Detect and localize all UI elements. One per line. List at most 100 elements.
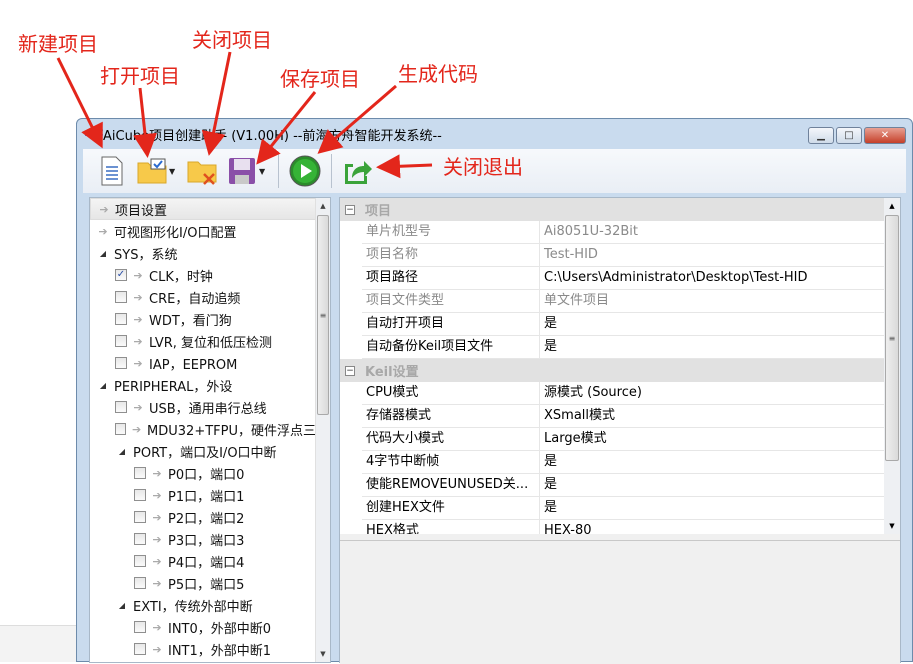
- property-value[interactable]: 是: [540, 497, 884, 519]
- property-value[interactable]: Test-HID: [540, 244, 884, 266]
- scroll-up-arrow[interactable]: ▲: [884, 198, 900, 214]
- tree-item[interactable]: ➔ P0口，端口0: [90, 462, 316, 484]
- checkbox[interactable]: [134, 577, 146, 589]
- checkbox[interactable]: [115, 313, 127, 325]
- tree-item[interactable]: ➔ MDU32+TFPU，硬件浮点三: [90, 418, 316, 440]
- checkbox[interactable]: [134, 489, 146, 501]
- arrow-right-icon: ➔: [152, 620, 162, 634]
- property-value[interactable]: C:\Users\Administrator\Desktop\Test-HID: [540, 267, 884, 289]
- checkbox[interactable]: [134, 533, 146, 545]
- property-row[interactable]: 4字节中断帧是: [362, 451, 884, 474]
- scroll-down-arrow[interactable]: ▼: [884, 518, 900, 534]
- property-row[interactable]: 自动备份Keil项目文件是: [362, 336, 884, 359]
- property-value[interactable]: 源模式 (Source): [540, 382, 884, 404]
- property-value[interactable]: 是: [540, 313, 884, 335]
- property-name: 4字节中断帧: [362, 451, 540, 473]
- tree-item[interactable]: ➔ P1口，端口1: [90, 484, 316, 506]
- checkbox[interactable]: [134, 467, 146, 479]
- checkbox[interactable]: [134, 555, 146, 567]
- expand-triangle-icon[interactable]: ◢: [96, 381, 110, 390]
- property-row[interactable]: 自动打开项目是: [362, 313, 884, 336]
- property-value[interactable]: 是: [540, 474, 884, 496]
- tree-item[interactable]: ➔ LVR, 复位和低压检测: [90, 330, 316, 352]
- property-row[interactable]: 项目路径 C:\Users\Administrator\Desktop\Test-…: [362, 267, 884, 290]
- property-scrollbar[interactable]: ▲ ≡ ▼: [884, 198, 900, 534]
- property-value[interactable]: Ai8051U-32Bit: [540, 221, 884, 243]
- tree-item[interactable]: ➔ P5口，端口5: [90, 572, 316, 594]
- tree-item[interactable]: ➔ 项目设置: [90, 198, 316, 220]
- checkbox[interactable]: [115, 423, 127, 435]
- expand-triangle-icon[interactable]: ◢: [96, 249, 110, 258]
- checkbox[interactable]: ✓: [115, 269, 127, 281]
- tree-item[interactable]: ✓ ➔ CLK，时钟: [90, 264, 316, 286]
- checkbox[interactable]: [115, 335, 127, 347]
- property-row[interactable]: 项目文件类型 单文件项目: [362, 290, 884, 313]
- scroll-up-arrow[interactable]: ▲: [316, 198, 330, 214]
- tree-item-label: INT1，外部中断1: [168, 643, 272, 659]
- close-window-button[interactable]: ✕: [864, 127, 906, 144]
- checkbox[interactable]: [134, 511, 146, 523]
- tree-item[interactable]: ➔ INT0，外部中断0: [90, 616, 316, 638]
- property-value[interactable]: 是: [540, 336, 884, 358]
- scroll-thumb[interactable]: ≡: [317, 215, 329, 415]
- new-project-button[interactable]: [95, 154, 129, 188]
- tree-item[interactable]: ➔ USB，通用串行总线: [90, 396, 316, 418]
- property-row[interactable]: 创建HEX文件是: [362, 497, 884, 520]
- tree-item[interactable]: ➔ INT1，外部中断1: [90, 638, 316, 660]
- tree-item[interactable]: ➔ P2口，端口2: [90, 506, 316, 528]
- property-value[interactable]: Large模式: [540, 428, 884, 450]
- title-bar[interactable]: AiC AiCube项目创建助手 (V1.00H) --前海方舟智能开发系统--…: [77, 119, 912, 149]
- property-value[interactable]: HEX-80: [540, 520, 884, 534]
- checkbox[interactable]: [115, 401, 127, 413]
- maximize-button[interactable]: □: [836, 127, 862, 144]
- scroll-down-arrow[interactable]: ▼: [316, 646, 330, 662]
- property-row[interactable]: 代码大小模式 Large模式: [362, 428, 884, 451]
- checkbox[interactable]: [134, 621, 146, 633]
- generate-code-button[interactable]: [288, 154, 322, 188]
- tree-item[interactable]: ◢ PERIPHERAL，外设: [90, 374, 316, 396]
- tree-item[interactable]: ➔ P4口，端口4: [90, 550, 316, 572]
- property-row[interactable]: 单片机型号 Ai8051U-32Bit: [362, 221, 884, 244]
- toolbar-separator: [278, 154, 279, 188]
- tree-item[interactable]: ◢ SYS，系统: [90, 242, 316, 264]
- checkbox[interactable]: [115, 291, 127, 303]
- tree-item[interactable]: ◢ EXTI，传统外部中断: [90, 594, 316, 616]
- tree-item[interactable]: ➔ WDT，看门狗: [90, 308, 316, 330]
- app-window: AiC AiCube项目创建助手 (V1.00H) --前海方舟智能开发系统--…: [76, 118, 913, 664]
- property-value[interactable]: XSmall模式: [540, 405, 884, 427]
- property-row[interactable]: 项目名称 Test-HID: [362, 244, 884, 267]
- scroll-thumb[interactable]: ≡: [885, 215, 899, 461]
- tree-item[interactable]: ➔ P3口，端口3: [90, 528, 316, 550]
- tree-item-label: P0口，端口0: [168, 467, 245, 483]
- checkbox[interactable]: [115, 357, 127, 369]
- tree-item[interactable]: ➔ CRE，自动追频: [90, 286, 316, 308]
- expand-triangle-icon[interactable]: ◢: [115, 601, 129, 610]
- save-project-button[interactable]: [225, 154, 259, 188]
- property-value[interactable]: 是: [540, 451, 884, 473]
- property-value[interactable]: 单文件项目: [540, 290, 884, 312]
- property-row[interactable]: CPU模式 源模式 (Source): [362, 382, 884, 405]
- open-dropdown-arrow[interactable]: ▼: [169, 167, 179, 176]
- minimize-button[interactable]: ▁: [808, 127, 834, 144]
- checkbox[interactable]: [134, 643, 146, 655]
- tree-item[interactable]: ➔ 可视图形化I/O口配置: [90, 220, 316, 242]
- expand-triangle-icon[interactable]: ◢: [115, 447, 129, 456]
- tree-item[interactable]: ◢ PORT，端口及I/O口中断: [90, 440, 316, 462]
- property-name: 项目路径: [362, 267, 540, 289]
- tree-item-label: IAP，EEPROM: [149, 357, 238, 373]
- arrow-right-icon: ➔: [133, 290, 143, 304]
- toolbar-separator: [331, 154, 332, 188]
- property-category[interactable]: − 项目: [340, 198, 900, 221]
- save-dropdown-arrow[interactable]: ▼: [259, 167, 269, 176]
- open-project-button[interactable]: [135, 154, 169, 188]
- property-row[interactable]: 存储器模式 XSmall模式: [362, 405, 884, 428]
- tree-item[interactable]: ➔ IAP，EEPROM: [90, 352, 316, 374]
- tree-scrollbar[interactable]: ▲ ≡ ▼: [315, 198, 330, 662]
- property-row[interactable]: HEX格式 HEX-80: [362, 520, 884, 534]
- property-category[interactable]: − Keil设置: [340, 359, 900, 382]
- close-exit-button[interactable]: [341, 154, 375, 188]
- collapse-icon[interactable]: −: [345, 204, 355, 215]
- collapse-icon[interactable]: −: [345, 365, 355, 376]
- close-project-button[interactable]: [185, 154, 219, 188]
- property-row[interactable]: 使能REMOVEUNUSED关... 是: [362, 474, 884, 497]
